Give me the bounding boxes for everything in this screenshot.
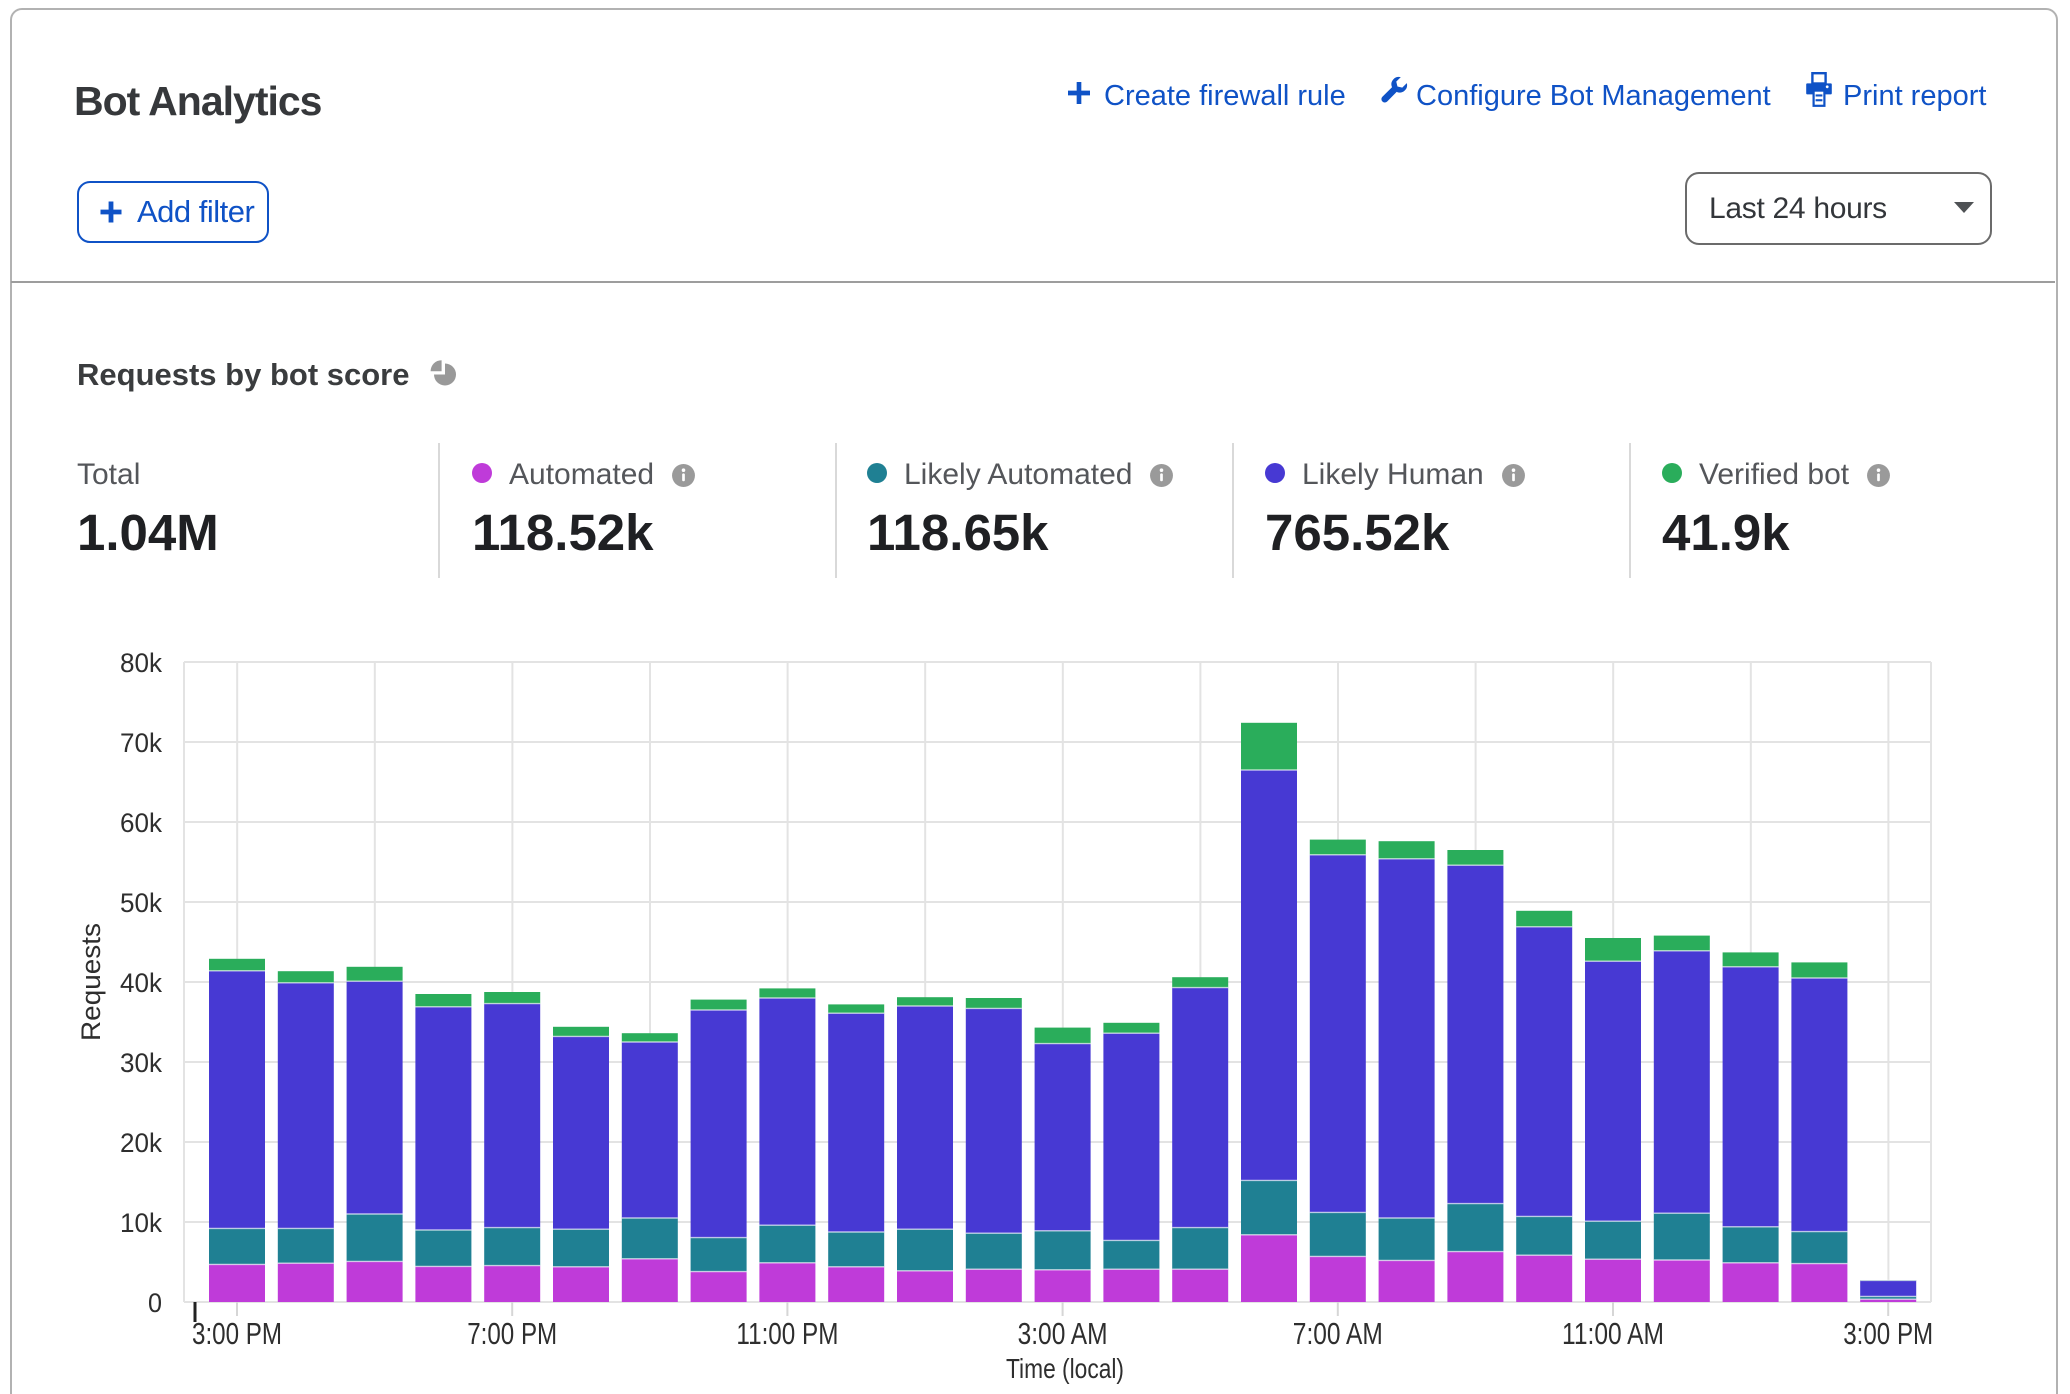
svg-text:0: 0 (148, 1288, 162, 1318)
svg-text:11:00 PM: 11:00 PM (736, 1316, 838, 1351)
svg-text:7:00 PM: 7:00 PM (467, 1316, 557, 1351)
svg-text:3:00 AM: 3:00 AM (1018, 1316, 1108, 1351)
svg-text:80k: 80k (120, 648, 162, 678)
svg-text:7:00 AM: 7:00 AM (1293, 1316, 1383, 1351)
svg-text:40k: 40k (120, 968, 162, 998)
svg-text:3:00 PM: 3:00 PM (1843, 1316, 1933, 1351)
svg-text:Requests: Requests (76, 923, 106, 1041)
svg-text:30k: 30k (120, 1048, 162, 1078)
svg-text:20k: 20k (120, 1128, 162, 1158)
svg-text:11:00 AM: 11:00 AM (1562, 1316, 1664, 1351)
svg-text:10k: 10k (120, 1208, 162, 1238)
svg-text:50k: 50k (120, 888, 162, 918)
svg-text:Time (local): Time (local) (1006, 1353, 1124, 1384)
svg-text:3:00 PM: 3:00 PM (192, 1316, 282, 1351)
svg-text:60k: 60k (120, 808, 162, 838)
svg-text:70k: 70k (120, 728, 162, 758)
